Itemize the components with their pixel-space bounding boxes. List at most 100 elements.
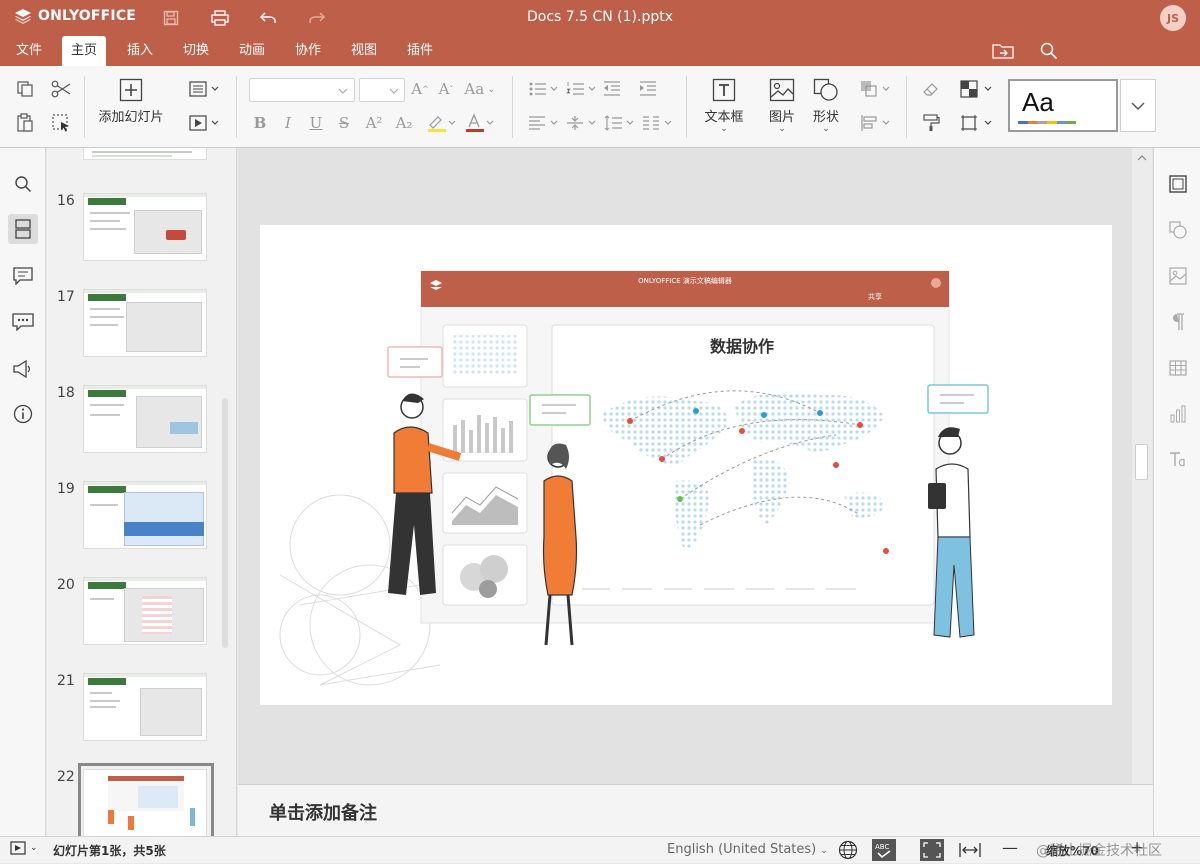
slide-number: 16 xyxy=(57,193,75,209)
columns-icon xyxy=(643,116,672,130)
toolbar-separator xyxy=(686,76,687,138)
slide-canvas[interactable]: ONLYOFFICE 演示文稿编辑器 共享 数据协作 xyxy=(260,225,1112,705)
chat-icon xyxy=(12,313,34,331)
tab-file[interactable]: 文件 xyxy=(7,36,51,66)
bold-button[interactable]: B xyxy=(250,112,270,134)
set-document-language-button[interactable] xyxy=(838,840,858,863)
change-background-dropdown[interactable] xyxy=(958,78,994,100)
inner-app-title: ONLYOFFICE 演示文稿编辑器 xyxy=(638,277,732,285)
chevron-down-icon xyxy=(389,88,399,94)
align-shape-dropdown[interactable] xyxy=(858,112,892,134)
clear-style-button[interactable] xyxy=(920,78,942,100)
tab-plugins[interactable]: 插件 xyxy=(398,36,442,66)
vertical-align-dropdown[interactable] xyxy=(564,112,598,134)
user-avatar[interactable]: JS xyxy=(1160,5,1186,31)
chevron-down-icon xyxy=(1131,102,1145,110)
select-all-icon xyxy=(52,114,69,132)
start-slideshow-button[interactable] xyxy=(186,112,222,134)
strikethrough-button[interactable]: S xyxy=(334,112,354,134)
line-spacing-dropdown[interactable] xyxy=(602,112,636,134)
notes-placeholder[interactable]: 单击添加备注 xyxy=(269,799,377,825)
toolbar-separator xyxy=(236,76,237,138)
thumbnails-scrollbar[interactable] xyxy=(222,398,228,648)
tab-view[interactable]: 视图 xyxy=(342,36,386,66)
background-fill-icon xyxy=(960,80,992,98)
open-file-location-button[interactable] xyxy=(992,41,1014,61)
chart-settings-button[interactable] xyxy=(1166,402,1190,426)
slide-heading[interactable]: 数据协作 xyxy=(682,333,802,357)
zoom-out-button[interactable]: — xyxy=(1002,838,1018,857)
highlight-color-button[interactable] xyxy=(424,112,458,134)
notes-panel[interactable]: 单击添加备注 xyxy=(238,784,1153,836)
copy-icon xyxy=(17,81,33,97)
copy-style-button[interactable] xyxy=(920,112,942,134)
change-case-button[interactable]: Aa ⌄ xyxy=(462,78,498,100)
italic-button[interactable]: I xyxy=(278,112,298,134)
scroll-thumb[interactable] xyxy=(1135,444,1148,480)
search-icon xyxy=(1040,42,1058,60)
slide-thumbnail-image xyxy=(83,148,207,160)
theme-preview[interactable]: Aa xyxy=(1008,79,1118,132)
decrease-indent-button[interactable] xyxy=(602,78,622,100)
search-panel-button[interactable] xyxy=(8,169,38,199)
slide-size-icon xyxy=(961,115,992,131)
font-name-combo[interactable] xyxy=(249,78,355,102)
decrease-font-button[interactable]: Aˇ xyxy=(436,78,456,100)
paste-button[interactable] xyxy=(14,112,36,134)
slide-layout-dropdown[interactable] xyxy=(186,78,222,100)
scroll-up-icon[interactable] xyxy=(1137,154,1147,162)
cut-button[interactable] xyxy=(50,78,72,100)
image-button[interactable]: 图片 ⌄ xyxy=(762,78,802,134)
toolbar-separator xyxy=(906,76,907,138)
theme-gallery-expand-button[interactable] xyxy=(1120,79,1156,132)
tab-animation[interactable]: 动画 xyxy=(230,36,274,66)
status-bar: ⌄ 幻灯片第1张，共5张 English (United States) ⌄ AB… xyxy=(0,836,1200,863)
fit-width-button[interactable] xyxy=(958,841,982,862)
textbox-button[interactable]: 文本框 ⌄ xyxy=(700,78,748,134)
info-icon xyxy=(13,404,33,424)
slides-panel-button[interactable] xyxy=(8,214,38,244)
bullets-button[interactable] xyxy=(526,78,560,100)
numbering-button[interactable] xyxy=(564,78,598,100)
text-art-settings-button[interactable] xyxy=(1166,448,1190,472)
align-left-icon xyxy=(529,116,558,130)
slide-settings-button[interactable] xyxy=(1166,172,1190,196)
table-settings-button[interactable] xyxy=(1166,356,1190,380)
tab-home[interactable]: 主页 xyxy=(62,36,107,66)
copy-button[interactable] xyxy=(14,78,36,100)
tab-insert[interactable]: 插入 xyxy=(118,36,162,66)
start-slideshow-status-button[interactable]: ⌄ xyxy=(10,841,38,855)
shape-settings-button[interactable] xyxy=(1166,218,1190,242)
superscript-button[interactable]: A² xyxy=(362,112,386,134)
font-color-icon xyxy=(466,113,494,132)
image-settings-button[interactable] xyxy=(1166,264,1190,288)
arrange-dropdown[interactable] xyxy=(858,78,892,100)
feedback-panel-button[interactable] xyxy=(8,354,38,384)
spell-check-button[interactable]: ABC xyxy=(872,839,896,864)
font-size-combo[interactable] xyxy=(359,78,405,102)
open-location-icon xyxy=(992,44,1014,59)
increase-indent-button[interactable] xyxy=(638,78,658,100)
select-all-button[interactable] xyxy=(50,112,72,134)
font-color-button[interactable] xyxy=(462,112,496,134)
about-panel-button[interactable] xyxy=(8,399,38,429)
fit-slide-button[interactable] xyxy=(920,839,944,864)
shape-button[interactable]: 形状 ⌄ xyxy=(806,78,846,134)
fit-width-icon xyxy=(959,843,981,857)
subscript-button[interactable]: A₂ xyxy=(392,112,416,134)
increase-font-icon: A xyxy=(411,80,423,98)
search-button[interactable] xyxy=(1038,41,1060,61)
tab-transitions[interactable]: 切换 xyxy=(174,36,218,66)
paragraph-settings-button[interactable] xyxy=(1166,310,1190,334)
columns-dropdown[interactable] xyxy=(640,112,674,134)
language-selector[interactable]: English (United States) ⌄ xyxy=(667,842,828,857)
chat-panel-button[interactable] xyxy=(8,307,38,337)
underline-button[interactable]: U xyxy=(306,112,326,134)
canvas-vertical-scrollbar[interactable] xyxy=(1132,148,1152,784)
increase-font-button[interactable]: A ^ xyxy=(410,78,430,100)
slide-size-dropdown[interactable] xyxy=(958,112,994,134)
tab-collaboration[interactable]: 协作 xyxy=(286,36,330,66)
comments-panel-button[interactable] xyxy=(8,261,38,291)
horizontal-align-dropdown[interactable] xyxy=(526,112,560,134)
add-slide-button[interactable]: 添加幻灯片 xyxy=(94,78,168,125)
